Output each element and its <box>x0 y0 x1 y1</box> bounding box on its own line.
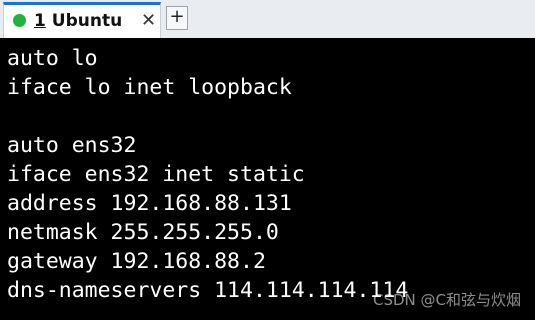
connection-status-icon <box>13 14 26 27</box>
terminal-output[interactable]: auto lo iface lo inet loopback auto ens3… <box>0 38 535 320</box>
watermark: CSDN @C和弦与炊烟 <box>372 291 521 309</box>
terminal-line: netmask 255.255.255.0 <box>7 220 279 245</box>
terminal-line: address 192.168.88.131 <box>7 191 292 216</box>
tab-title: 1 Ubuntu <box>34 10 122 32</box>
terminal-line: iface ens32 inet static <box>7 162 305 187</box>
terminal-line: auto ens32 <box>7 133 137 158</box>
terminal-line: iface lo inet loopback <box>7 75 292 100</box>
new-tab-button[interactable]: + <box>166 6 188 30</box>
close-icon[interactable]: ✕ <box>141 10 156 32</box>
tab-name: Ubuntu <box>51 11 123 31</box>
tab-ubuntu[interactable]: 1 Ubuntu ✕ <box>3 2 161 38</box>
terminal-line: gateway 192.168.88.2 <box>7 249 266 274</box>
tab-bar: 1 Ubuntu ✕ + <box>0 0 535 38</box>
tab-number: 1 <box>34 11 46 31</box>
terminal-line: auto lo <box>7 46 98 71</box>
